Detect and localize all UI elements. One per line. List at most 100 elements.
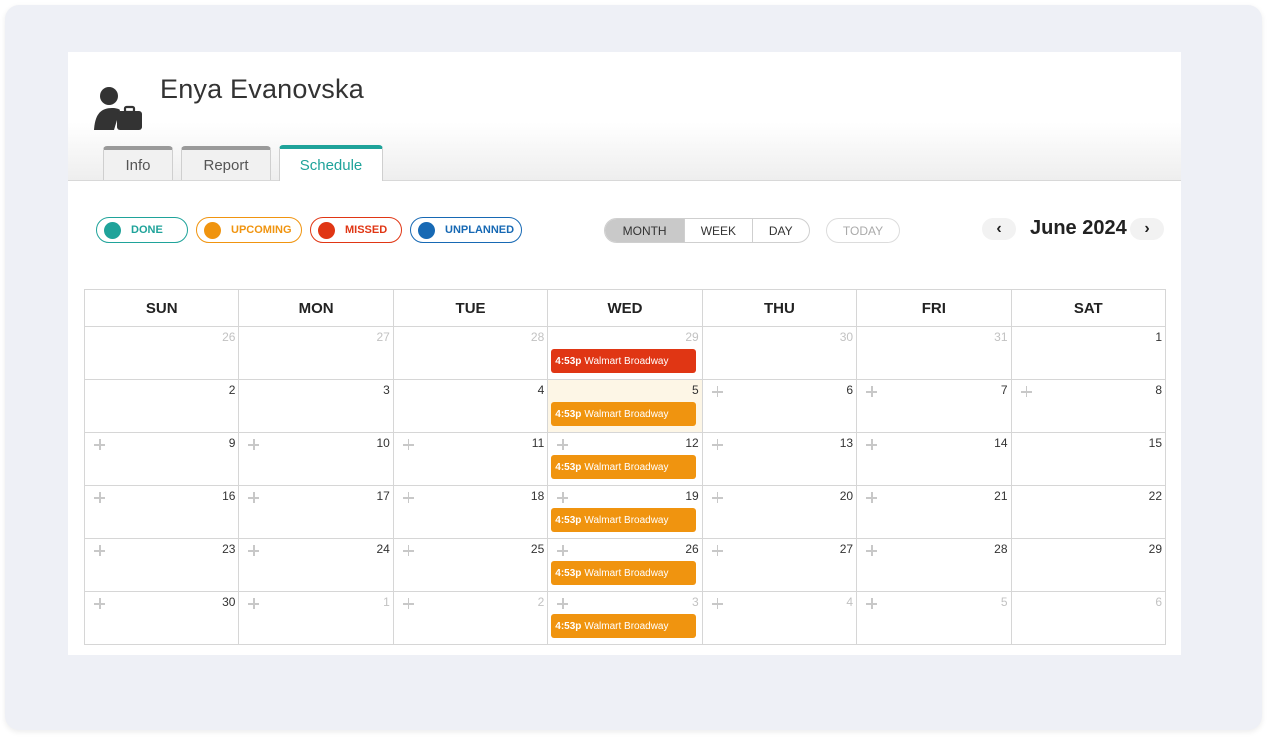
day-cell[interactable]: 3 4:53p Walmart Broadway	[547, 591, 703, 645]
day-number: 2	[537, 595, 545, 609]
event-chip-upcoming[interactable]: 4:53p Walmart Broadway	[551, 561, 697, 585]
add-event-icon[interactable]	[248, 598, 260, 609]
add-event-icon[interactable]	[248, 439, 260, 450]
day-cell[interactable]: 10	[238, 432, 394, 486]
add-event-icon[interactable]	[711, 598, 723, 609]
add-event-icon[interactable]	[402, 545, 414, 556]
legend-unplanned[interactable]: UNPLANNED	[410, 217, 522, 243]
add-event-icon[interactable]	[711, 386, 723, 397]
day-cell[interactable]: 31	[856, 326, 1012, 380]
add-event-icon[interactable]	[557, 492, 569, 503]
day-cell[interactable]: 22	[1010, 485, 1167, 539]
day-number: 21	[994, 489, 1008, 503]
add-event-icon[interactable]	[1020, 386, 1032, 397]
day-cell[interactable]: 27	[238, 326, 394, 380]
day-cell[interactable]: 24	[238, 538, 394, 592]
day-number: 13	[839, 436, 854, 450]
add-event-icon[interactable]	[711, 545, 723, 556]
day-cell[interactable]: 30	[701, 326, 858, 380]
day-cell[interactable]: 23	[83, 538, 240, 592]
add-event-icon[interactable]	[866, 598, 878, 609]
day-cell[interactable]: 2	[83, 379, 240, 433]
add-event-icon[interactable]	[94, 545, 105, 556]
add-event-icon[interactable]	[402, 439, 414, 450]
tab-report[interactable]: Report	[181, 146, 271, 180]
next-month-button[interactable]: ›	[1130, 218, 1164, 240]
add-event-icon[interactable]	[248, 545, 260, 556]
add-event-icon[interactable]	[866, 386, 878, 397]
upcoming-dot-icon	[204, 221, 221, 239]
calendar-week-row: 30 1 2 3 4:53p Walmart Broadway 4 5 6	[83, 591, 1167, 645]
day-cell[interactable]: 6	[1010, 591, 1167, 645]
day-cell[interactable]: 29 4:53p Walmart Broadway	[547, 326, 703, 380]
day-cell[interactable]: 1	[238, 591, 394, 645]
day-cell[interactable]: 19 4:53p Walmart Broadway	[547, 485, 703, 539]
day-cell[interactable]: 4	[392, 379, 549, 433]
event-chip-upcoming[interactable]: 4:53p Walmart Broadway	[551, 614, 697, 638]
legend-upcoming[interactable]: UPCOMING	[196, 217, 302, 243]
day-cell[interactable]: 5 4:53p Walmart Broadway	[547, 379, 703, 433]
today-button[interactable]: TODAY	[826, 218, 900, 243]
day-cell[interactable]: 3	[238, 379, 394, 433]
add-event-icon[interactable]	[94, 439, 105, 450]
day-cell[interactable]: 14	[856, 432, 1012, 486]
day-cell[interactable]: 28	[392, 326, 549, 380]
day-cell[interactable]: 27	[701, 538, 858, 592]
add-event-icon[interactable]	[866, 545, 878, 556]
event-chip-upcoming[interactable]: 4:53p Walmart Broadway	[551, 455, 697, 479]
add-event-icon[interactable]	[94, 598, 105, 609]
event-time: 4:53p	[555, 355, 582, 367]
day-cell[interactable]: 15	[1010, 432, 1167, 486]
day-cell[interactable]: 16	[83, 485, 240, 539]
day-cell[interactable]: 29	[1010, 538, 1167, 592]
day-view-button[interactable]: DAY	[753, 219, 809, 242]
day-cell[interactable]: 7	[856, 379, 1012, 433]
event-chip-upcoming[interactable]: 4:53p Walmart Broadway	[551, 508, 697, 532]
day-cell[interactable]: 1	[1010, 326, 1167, 380]
add-event-icon[interactable]	[402, 598, 414, 609]
add-event-icon[interactable]	[711, 492, 723, 503]
event-chip-upcoming[interactable]: 4:53p Walmart Broadway	[551, 402, 697, 426]
add-event-icon[interactable]	[94, 492, 105, 503]
day-number: 26	[685, 542, 699, 556]
day-cell[interactable]: 26	[83, 326, 240, 380]
day-number: 4	[537, 383, 545, 397]
day-cell[interactable]: 26 4:53p Walmart Broadway	[547, 538, 703, 592]
add-event-icon[interactable]	[866, 492, 878, 503]
event-title: Walmart Broadway	[584, 408, 669, 420]
tab-info[interactable]: Info	[103, 146, 173, 180]
add-event-icon[interactable]	[557, 598, 569, 609]
day-cell[interactable]: 28	[856, 538, 1012, 592]
day-number: 20	[839, 489, 854, 503]
prev-month-button[interactable]: ‹	[982, 218, 1016, 240]
day-cell[interactable]: 2	[392, 591, 549, 645]
legend-done[interactable]: DONE	[96, 217, 188, 243]
day-cell[interactable]: 25	[392, 538, 549, 592]
tab-schedule[interactable]: Schedule	[279, 145, 383, 181]
day-cell[interactable]: 5	[856, 591, 1012, 645]
day-cell[interactable]: 20	[701, 485, 858, 539]
day-cell[interactable]: 8	[1010, 379, 1167, 433]
week-view-button[interactable]: WEEK	[685, 219, 753, 242]
calendar-week-row: 2 3 4 5 4:53p Walmart Broadway 6 7 8	[83, 379, 1167, 433]
add-event-icon[interactable]	[866, 439, 878, 450]
add-event-icon[interactable]	[711, 439, 723, 450]
day-cell[interactable]: 13	[701, 432, 858, 486]
day-cell[interactable]: 6	[701, 379, 858, 433]
day-cell[interactable]: 30	[83, 591, 240, 645]
day-number: 1	[383, 595, 390, 609]
add-event-icon[interactable]	[557, 545, 569, 556]
day-cell[interactable]: 17	[238, 485, 394, 539]
month-view-button[interactable]: MONTH	[605, 219, 686, 242]
add-event-icon[interactable]	[557, 439, 569, 450]
day-cell[interactable]: 11	[392, 432, 549, 486]
day-cell[interactable]: 21	[856, 485, 1012, 539]
day-cell[interactable]: 4	[701, 591, 858, 645]
legend-missed[interactable]: MISSED	[310, 217, 402, 243]
day-cell[interactable]: 9	[83, 432, 240, 486]
event-chip-missed[interactable]: 4:53p Walmart Broadway	[551, 349, 697, 373]
add-event-icon[interactable]	[402, 492, 414, 503]
day-cell[interactable]: 18	[392, 485, 549, 539]
day-cell[interactable]: 12 4:53p Walmart Broadway	[547, 432, 703, 486]
add-event-icon[interactable]	[248, 492, 260, 503]
